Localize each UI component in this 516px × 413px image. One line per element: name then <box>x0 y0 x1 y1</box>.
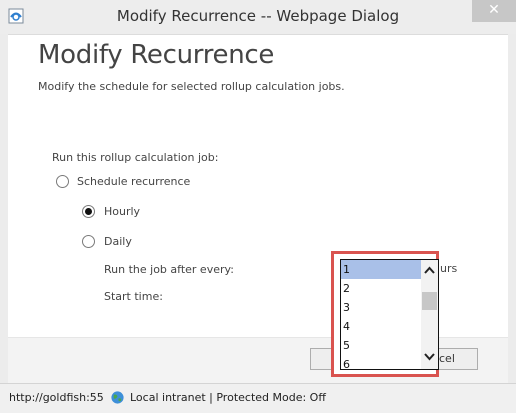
window-frame-right <box>508 34 516 412</box>
title-bar: Modify Recurrence -- Webpage Dialog ✕ <box>0 0 516 35</box>
security-zone: Local intranet | Protected Mode: Off <box>130 391 326 404</box>
close-button[interactable]: ✕ <box>472 0 516 22</box>
hours-unit-label: urs <box>440 262 458 275</box>
start-time-label: Start time: <box>104 290 163 303</box>
dropdown-option[interactable]: 4 <box>341 317 421 336</box>
cancel-button-label: cel <box>439 352 455 365</box>
chevron-up-icon[interactable] <box>421 262 438 279</box>
dropdown-option[interactable]: 3 <box>341 298 421 317</box>
dropdown-option[interactable]: 5 <box>341 336 421 355</box>
window-frame-left <box>0 34 8 412</box>
hourly-radio[interactable] <box>82 205 95 218</box>
schedule-recurrence-label: Schedule recurrence <box>77 175 191 188</box>
close-icon: ✕ <box>488 2 500 18</box>
status-url: http://goldfish:55 <box>9 391 104 404</box>
dropdown-option[interactable]: 2 <box>341 279 421 298</box>
scrollbar-thumb[interactable] <box>422 292 437 310</box>
chevron-down-icon[interactable] <box>421 348 438 365</box>
daily-label: Daily <box>104 235 132 248</box>
status-bar: http://goldfish:55 Local intranet | Prot… <box>0 383 516 413</box>
page-subtitle: Modify the schedule for selected rollup … <box>38 80 345 93</box>
dropdown-option[interactable]: 1 <box>341 260 421 279</box>
globe-icon <box>111 391 124 404</box>
page-title: Modify Recurrence <box>38 40 275 70</box>
hours-dropdown-list[interactable]: 1 2 3 4 5 6 <box>340 259 439 370</box>
daily-radio[interactable] <box>82 235 95 248</box>
hourly-label: Hourly <box>104 205 141 218</box>
run-job-label: Run this rollup calculation job: <box>52 151 219 164</box>
dropdown-scrollbar[interactable] <box>421 260 438 369</box>
window-title: Modify Recurrence -- Webpage Dialog <box>116 7 400 25</box>
run-every-label: Run the job after every: <box>104 263 234 276</box>
dropdown-option[interactable]: 6 <box>341 355 421 369</box>
schedule-recurrence-radio[interactable] <box>56 175 69 188</box>
